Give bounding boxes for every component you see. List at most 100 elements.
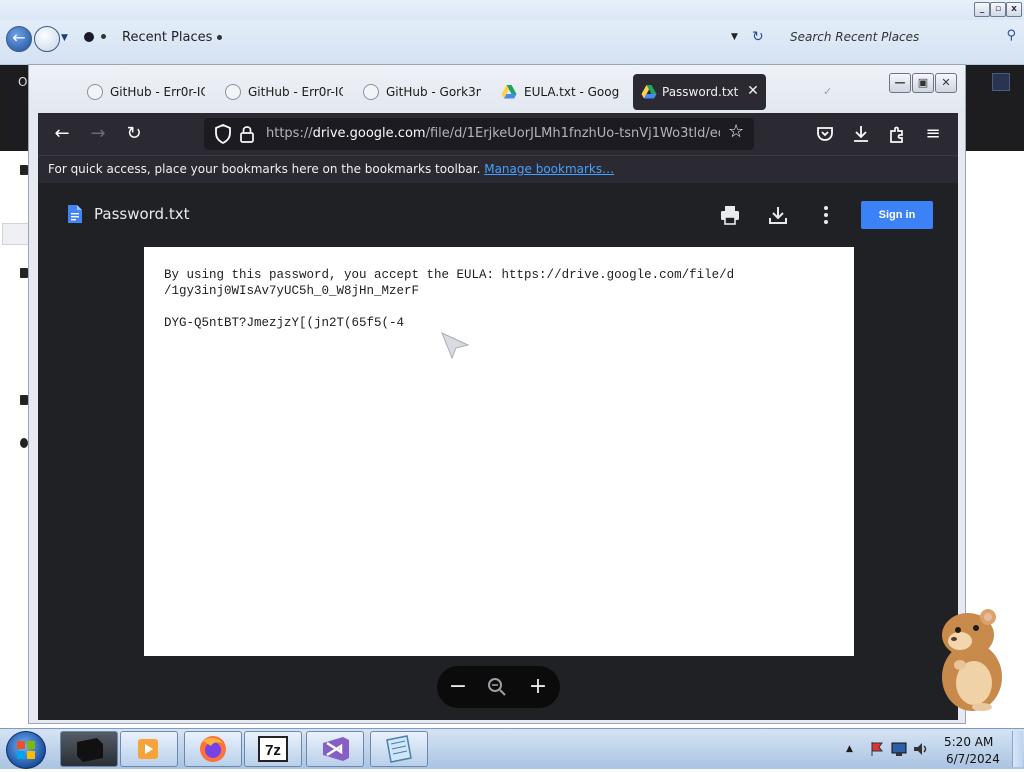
minimize-button[interactable]: — xyxy=(889,73,911,93)
explorer-sidebar-item[interactable] xyxy=(2,223,30,245)
tab-label: GitHub - Err0r-ICA xyxy=(110,85,205,99)
explorer-address-bar: ← ▼ Recent Places ▼ ↻ Search Recent Plac… xyxy=(0,20,1024,65)
github-icon xyxy=(363,84,379,100)
terminal-icon xyxy=(77,738,103,762)
volume-icon[interactable] xyxy=(912,740,930,758)
zoom-controls: − + xyxy=(437,666,560,708)
notepad-icon xyxy=(386,735,412,763)
file-title: Password.txt xyxy=(94,205,190,223)
forward-arrow-icon[interactable]: → xyxy=(86,122,110,146)
download-icon[interactable] xyxy=(766,203,790,227)
maximize-button[interactable]: ▣ xyxy=(912,73,934,93)
bookmarks-message: For quick access, place your bookmarks h… xyxy=(48,162,614,176)
url-path: /file/d/1ErjkeUorJLMh1fnzhUo-tsnVj1Wo3tl… xyxy=(425,126,720,141)
downloads-icon[interactable] xyxy=(849,122,873,146)
explorer-strip-letter: O xyxy=(18,75,28,89)
tab-github-1[interactable]: GitHub - Err0r-ICA xyxy=(87,74,205,110)
tab-github-2[interactable]: GitHub - Err0r-ICA xyxy=(225,74,343,110)
google-drive-icon xyxy=(641,85,657,99)
windows-logo-icon xyxy=(17,741,35,759)
start-button[interactable] xyxy=(6,731,46,769)
explorer-sidebar-mark xyxy=(20,438,28,448)
show-desktop-button[interactable] xyxy=(1012,731,1023,767)
clock-date[interactable]: 6/7/2024 xyxy=(946,752,1000,766)
show-hidden-icons-icon[interactable]: ▲ xyxy=(846,744,853,754)
search-icon[interactable]: ⚲ xyxy=(1006,28,1016,43)
url-bar[interactable]: https://drive.google.com/file/d/1ErjkeUo… xyxy=(204,118,754,150)
shield-icon[interactable] xyxy=(212,122,234,146)
tab-github-3[interactable]: GitHub - Gork3m xyxy=(363,74,481,110)
sign-in-button[interactable]: Sign in xyxy=(861,201,933,229)
pocket-icon[interactable] xyxy=(813,122,837,146)
explorer-search-input[interactable]: Search Recent Places ⚲ xyxy=(778,26,1022,48)
recent-places-icon xyxy=(84,32,94,42)
tab-eula[interactable]: EULA.txt - Google xyxy=(501,74,619,110)
reload-icon[interactable]: ↻ xyxy=(122,122,146,146)
network-icon[interactable] xyxy=(890,740,908,758)
explorer-sidebar-mark xyxy=(20,395,28,405)
zoom-in-button[interactable]: + xyxy=(525,673,551,701)
hamster-desktop-pet-icon xyxy=(942,609,1002,711)
print-icon[interactable] xyxy=(718,203,742,227)
github-icon xyxy=(225,84,241,100)
breadcrumb-separator-icon[interactable] xyxy=(101,34,106,39)
document-line: By using this password, you accept the E… xyxy=(164,268,735,282)
magnifier-icon[interactable] xyxy=(486,676,508,698)
bookmarks-hint: For quick access, place your bookmarks h… xyxy=(48,162,485,176)
taskbar-app-firefox[interactable] xyxy=(184,731,242,767)
document-line: /1gy3inj0WIsAv7yUC5h_0_W8jHn_MzerF xyxy=(164,284,420,298)
github-icon xyxy=(87,84,103,100)
explorer-search-placeholder: Search Recent Places xyxy=(790,30,920,44)
tab-bar: GitHub - Err0r-ICA GitHub - Err0r-ICA Gi… xyxy=(29,65,965,113)
extensions-icon[interactable] xyxy=(885,122,909,146)
address-dropdown-icon[interactable]: ▼ xyxy=(731,32,738,42)
tab-label: EULA.txt - Google xyxy=(524,85,619,99)
document-page: By using this password, you accept the E… xyxy=(144,247,854,656)
tab-close-icon[interactable]: ✕ xyxy=(745,83,761,99)
more-options-icon[interactable] xyxy=(814,203,838,227)
tab-password-active[interactable]: Password.txt - ✕ xyxy=(633,74,766,110)
url-scheme: https:// xyxy=(266,126,313,141)
taskbar-app-terminal[interactable] xyxy=(60,731,118,767)
explorer-minimize-button[interactable]: _ xyxy=(974,2,990,17)
url-text: https://drive.google.com/file/d/1ErjkeUo… xyxy=(266,126,720,141)
list-all-tabs-icon[interactable]: ✓ xyxy=(823,85,832,98)
mouse-cursor-icon xyxy=(441,332,470,359)
tab-label: GitHub - Err0r-ICA xyxy=(248,85,343,99)
breadcrumb-separator-icon[interactable] xyxy=(217,35,222,40)
explorer-restore-button[interactable]: ▫ xyxy=(990,2,1006,17)
clock-time[interactable]: 5:20 AM xyxy=(944,735,993,749)
google-docs-icon xyxy=(68,205,82,223)
7zip-label: 7z xyxy=(265,742,281,759)
explorer-forward-button[interactable] xyxy=(34,26,60,52)
taskbar-app-7zip[interactable]: 7z xyxy=(244,731,302,767)
explorer-history-chevron-icon[interactable]: ▼ xyxy=(61,33,68,43)
navigation-toolbar: ← → ↻ https://drive.google.com/file/d/1E… xyxy=(38,113,958,155)
explorer-caption-bar: _ ▫ x xyxy=(0,0,1024,20)
bookmark-star-icon[interactable]: ☆ xyxy=(728,121,744,142)
visual-studio-icon xyxy=(323,737,349,761)
zoom-out-button[interactable]: − xyxy=(445,673,471,701)
window-controls: — ▣ ✕ xyxy=(889,73,957,93)
lock-icon[interactable] xyxy=(238,123,256,145)
taskbar-app-notepad[interactable] xyxy=(370,731,428,767)
url-host: drive.google.com xyxy=(312,126,426,141)
explorer-sidebar-mark xyxy=(20,268,28,278)
explorer-close-button[interactable]: x xyxy=(1006,2,1022,17)
taskbar-app-media-player[interactable] xyxy=(120,731,178,767)
action-center-flag-icon[interactable] xyxy=(868,740,886,758)
document-line: DYG-Q5ntBT?JmezjzY[(jn2T(65f5(-4 xyxy=(164,316,405,330)
tab-label: Password.txt - xyxy=(662,85,740,99)
taskbar-app-visual-studio[interactable] xyxy=(306,731,364,767)
close-button[interactable]: ✕ xyxy=(935,73,957,93)
bookmarks-toolbar: For quick access, place your bookmarks h… xyxy=(38,155,958,184)
7zip-icon: 7z xyxy=(258,736,288,762)
manage-bookmarks-link[interactable]: Manage bookmarks… xyxy=(484,162,614,176)
explorer-back-button[interactable]: ← xyxy=(6,26,32,52)
explorer-sidebar-mark xyxy=(20,165,28,175)
taskbar: 7z ▲ 5:20 AM 6/7/2024 xyxy=(0,728,1024,769)
menu-hamburger-icon[interactable]: ≡ xyxy=(921,122,945,146)
back-arrow-icon[interactable]: ← xyxy=(50,122,74,146)
explorer-refresh-icon[interactable]: ↻ xyxy=(752,29,764,45)
explorer-location[interactable]: Recent Places xyxy=(122,30,212,45)
